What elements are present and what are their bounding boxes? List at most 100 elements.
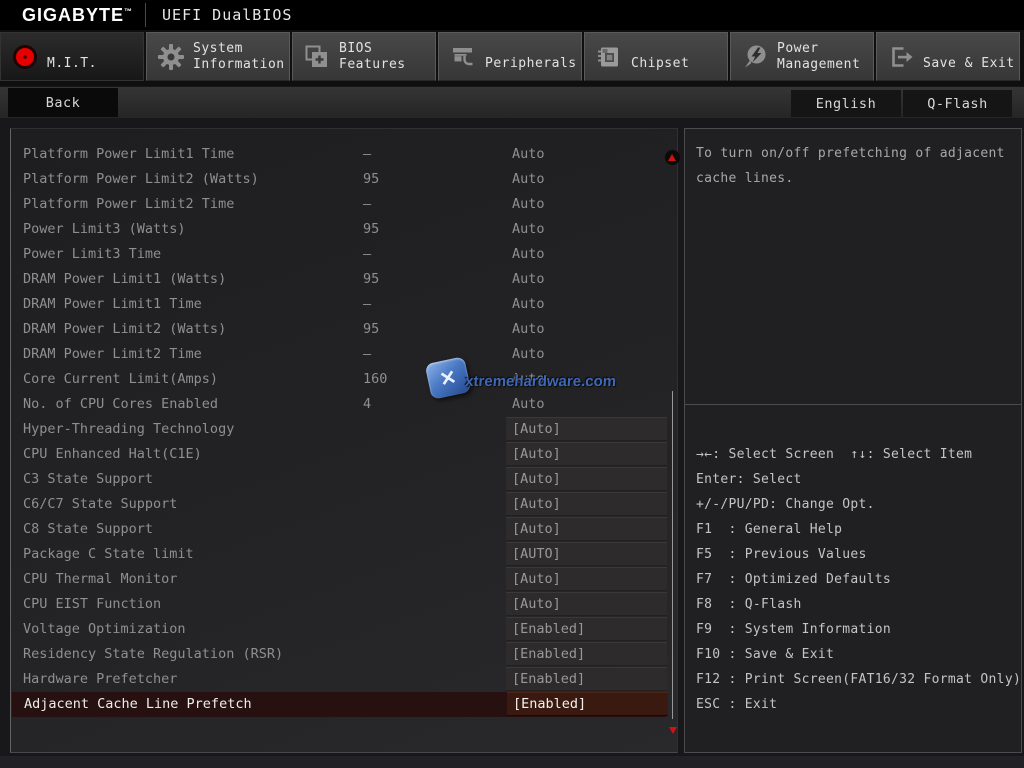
setting-row[interactable]: No. of CPU Cores Enabled4Auto (11, 392, 677, 417)
setting-row[interactable]: Platform Power Limit1 Time–Auto (11, 142, 677, 167)
setting-label: CPU Enhanced Halt(C1E) (23, 442, 202, 467)
setting-row[interactable]: DRAM Power Limit1 (Watts)95Auto (11, 267, 677, 292)
tab-label: Save & Exit (923, 56, 1015, 72)
setting-row[interactable]: Voltage Optimization [Enabled] (11, 617, 677, 642)
setting-row[interactable]: Power Limit3 (Watts)95Auto (11, 217, 677, 242)
setting-row[interactable]: DRAM Power Limit2 Time–Auto (11, 342, 677, 367)
setting-mid-value: 95 (363, 217, 379, 242)
setting-row[interactable]: CPU EIST Function [Auto] (11, 592, 677, 617)
tab-bios-features[interactable]: BIOS Features (292, 32, 436, 81)
help-panel-divider (685, 404, 1021, 405)
key-legend-line: F5 : Previous Values (696, 542, 1021, 567)
exit-door-icon (888, 44, 914, 70)
setting-row[interactable]: Core Current Limit(Amps)160Auto (11, 367, 677, 392)
setting-row[interactable]: Package C State limit[AUTO] (11, 542, 677, 567)
setting-label: Hyper-Threading Technology (23, 417, 234, 442)
setting-label: Power Limit3 (Watts) (23, 217, 186, 242)
setting-value-box[interactable]: [Auto] (506, 467, 667, 491)
setting-value-box[interactable]: [Enabled] (506, 642, 667, 666)
back-button[interactable]: Back (8, 88, 118, 117)
help-text: To turn on/off prefetching of adjacent c… (696, 141, 1015, 191)
scroll-down-icon[interactable] (666, 722, 681, 737)
setting-value-box[interactable]: [Auto] (506, 417, 667, 441)
setting-label: Voltage Optimization (23, 617, 186, 642)
tab-system-information[interactable]: System Information (146, 32, 290, 81)
setting-row[interactable]: DRAM Power Limit2 (Watts)95Auto (11, 317, 677, 342)
setting-row[interactable]: Residency State Regulation (RSR) [Enabled… (11, 642, 677, 667)
setting-label: Residency State Regulation (RSR) (23, 642, 283, 667)
setting-mid-value: – (363, 142, 371, 167)
setting-value: [Enabled] (507, 693, 668, 715)
setting-value-box[interactable]: [AUTO] (506, 542, 667, 566)
setting-row[interactable]: Platform Power Limit2 Time–Auto (11, 192, 677, 217)
key-legend-line: Enter: Select (696, 467, 1021, 492)
setting-value-box[interactable]: [Auto] (506, 592, 667, 616)
setting-row[interactable]: C8 State Support[Auto] (11, 517, 677, 542)
setting-value-box[interactable]: [Auto] (506, 517, 667, 541)
tab-chipset[interactable]: Chipset (584, 32, 728, 81)
setting-value-box[interactable]: [Auto] (506, 442, 667, 466)
key-legend-list: →←: Select Screen ↑↓: Select ItemEnter: … (696, 442, 1021, 717)
setting-label: CPU Thermal Monitor (23, 567, 177, 592)
setting-label: DRAM Power Limit2 Time (23, 342, 202, 367)
setting-value: [Auto] (506, 593, 667, 615)
tab-label: Power Management (777, 41, 860, 73)
key-legend-line: →←: Select Screen ↑↓: Select Item (696, 442, 1021, 467)
setting-row[interactable]: C3 State Support [Auto] (11, 467, 677, 492)
scroll-down-arrow (669, 727, 677, 734)
tab-label: Chipset (631, 56, 689, 72)
setting-row[interactable]: CPU Enhanced Halt(C1E) [Auto] (11, 442, 677, 467)
setting-label: Platform Power Limit1 Time (23, 142, 234, 167)
setting-row[interactable]: Platform Power Limit2 (Watts) 95 Auto (11, 167, 677, 192)
setting-row[interactable]: C6/C7 State Support [Auto] (11, 492, 677, 517)
scrollbar[interactable] (672, 391, 673, 719)
setting-value: Auto (512, 167, 545, 192)
qflash-button[interactable]: Q-Flash (903, 90, 1012, 117)
setting-value-box[interactable]: [Enabled] (506, 667, 667, 691)
setting-value-box[interactable]: [Enabled] (507, 692, 668, 716)
setting-value: [Auto] (506, 518, 667, 540)
setting-label: DRAM Power Limit1 (Watts) (23, 267, 226, 292)
key-legend-line: F12 : Print Screen(FAT16/32 Format Only) (696, 667, 1021, 692)
setting-label: Hardware Prefetcher (23, 667, 177, 692)
tab-bar: M.I.T. System InformationBIOS FeaturesPer… (0, 30, 1024, 86)
language-button[interactable]: English (791, 90, 901, 117)
setting-label: No. of CPU Cores Enabled (23, 392, 218, 417)
key-legend-line: F1 : General Help (696, 517, 1021, 542)
setting-mid-value: 160 (363, 367, 387, 392)
setting-row[interactable]: Power Limit3 Time–Auto (11, 242, 677, 267)
tab-power-management[interactable]: Power Management (730, 32, 874, 81)
setting-row[interactable]: DRAM Power Limit1 Time–Auto (11, 292, 677, 317)
tab-mit[interactable]: M.I.T. (0, 32, 144, 81)
setting-label: CPU EIST Function (23, 592, 161, 617)
setting-mid-value: 95 (363, 317, 379, 342)
setting-value: [Auto] (506, 443, 667, 465)
settings-panel: Platform Power Limit1 Time–AutoPlatform … (10, 128, 678, 753)
scroll-up-arrow (668, 154, 676, 161)
setting-value: Auto (512, 317, 545, 342)
tab-label: System Information (193, 41, 285, 73)
setting-row[interactable]: Hyper-Threading Technology [Auto] (11, 417, 677, 442)
setting-value-box[interactable]: [Enabled] (506, 617, 667, 641)
setting-value: [Enabled] (506, 643, 667, 665)
setting-row[interactable]: Adjacent Cache Line Prefetch[Enabled] (12, 692, 666, 717)
tab-save-exit[interactable]: Save & Exit (876, 32, 1020, 81)
key-legend-line: ESC : Exit (696, 692, 1021, 717)
tab-peripherals[interactable]: Peripherals (438, 32, 582, 81)
setting-value-box[interactable]: [Auto] (506, 492, 667, 516)
scroll-up-icon[interactable] (665, 150, 680, 165)
setting-value: [Enabled] (506, 618, 667, 640)
setting-label: C3 State Support (23, 467, 153, 492)
setting-value-box[interactable]: [Auto] (506, 567, 667, 591)
setting-mid-value: 95 (363, 167, 379, 192)
setting-mid-value: – (363, 192, 371, 217)
power-bolt-icon (742, 44, 768, 70)
setting-label: Platform Power Limit2 (Watts) (23, 167, 259, 192)
setting-label: DRAM Power Limit1 Time (23, 292, 202, 317)
tab-label: M.I.T. (47, 56, 97, 72)
setting-row[interactable]: Hardware Prefetcher [Enabled] (11, 667, 677, 692)
trademark-symbol: ™ (124, 7, 133, 16)
setting-label: C6/C7 State Support (23, 492, 177, 517)
setting-row[interactable]: CPU Thermal Monitor [Auto] (11, 567, 677, 592)
mit-red-dot-icon (12, 44, 38, 70)
